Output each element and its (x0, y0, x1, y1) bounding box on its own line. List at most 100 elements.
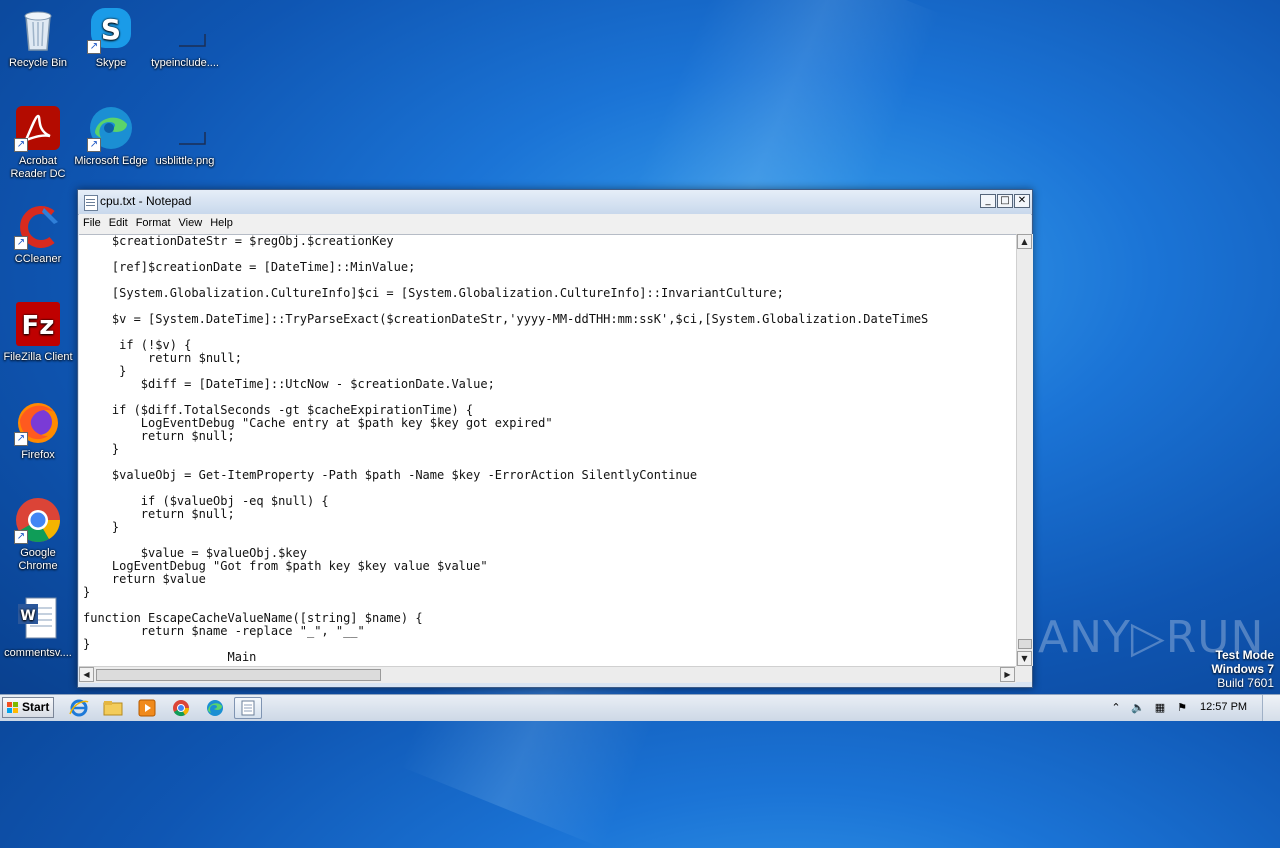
desktop-icon-label: Microsoft Edge (74, 155, 148, 167)
recycle-bin-icon (14, 6, 62, 54)
resize-grip[interactable] (1016, 666, 1032, 682)
desktop-icon-ccleaner[interactable]: ↗ CCleaner (0, 202, 76, 266)
editor-line: } (83, 585, 91, 599)
text-editor[interactable]: $creationDateStr = $regObj.$creationKey … (79, 234, 1016, 667)
notepad-window[interactable]: cpu.txt - Notepad _ □ ✕ File Edit Format Vi… (77, 189, 1033, 688)
editor-line: function EscapeCacheValueName([string] $… (83, 611, 423, 625)
filezilla-icon: Fz (14, 300, 62, 348)
desktop-icon-acrobat[interactable]: ↗ Acrobat Reader DC (0, 104, 76, 181)
close-button[interactable]: ✕ (1014, 194, 1030, 208)
shortcut-arrow-icon: ↗ (14, 236, 28, 250)
edge-taskbar-icon[interactable] (204, 698, 226, 718)
action-center-flag-icon[interactable]: ⚑ (1175, 701, 1189, 715)
chrome-taskbar-icon[interactable] (170, 698, 192, 718)
editor-line: $diff = [DateTime]::UtcNow - $creationDa… (83, 377, 495, 391)
windows-version-line: Windows 7 (1211, 662, 1274, 676)
svg-text:W: W (20, 608, 35, 624)
horizontal-scroll-thumb[interactable] (96, 669, 381, 681)
desktop-icon-skype[interactable]: S ↗ Skype (73, 6, 149, 70)
start-label: Start (22, 700, 50, 714)
horizontal-scrollbar[interactable]: ◀ ▶ (79, 666, 1016, 683)
internet-explorer-icon[interactable] (68, 698, 90, 718)
editor-line: return $value (83, 572, 206, 586)
editor-line: LogEventDebug "Cache entry at $path key … (83, 416, 553, 430)
shortcut-arrow-icon: ↗ (14, 138, 28, 152)
file-explorer-icon[interactable] (102, 698, 124, 718)
editor-line: return $null; (83, 507, 235, 521)
taskbar: Start ⌃ 🔈 ▦ ⚑ 12:57 PM (0, 694, 1280, 721)
windows-logo-icon (7, 702, 18, 713)
scroll-left-button[interactable]: ◀ (79, 667, 94, 682)
start-button[interactable]: Start (2, 697, 54, 718)
desktop-icon-label: FileZilla Client (3, 351, 73, 363)
test-mode-notice: Test Mode Windows 7 Build 7601 (1211, 648, 1274, 690)
desktop-icon-typeinclude[interactable]: typeinclude.... (147, 6, 223, 70)
editor-line: return $null; (83, 429, 235, 443)
editor-line: Main (83, 650, 257, 664)
menu-view[interactable]: View (175, 214, 207, 229)
notepad-taskbar-button[interactable] (234, 697, 262, 719)
editor-text[interactable]: $creationDateStr = $regObj.$creationKey … (79, 235, 1016, 664)
skype-icon: S ↗ (87, 6, 135, 54)
vertical-scroll-thumb[interactable] (1018, 639, 1032, 649)
editor-line: } (83, 442, 120, 456)
editor-line: return $null; (83, 351, 242, 365)
svg-text:Fz: Fz (22, 311, 55, 341)
menu-bar: File Edit Format View Help (79, 214, 1031, 234)
desktop-icon-filezilla[interactable]: Fz FileZilla Client (0, 300, 76, 364)
chrome-icon: ↗ (14, 496, 62, 544)
firefox-icon: ↗ (14, 398, 62, 446)
desktop-icon-label: typeinclude.... (151, 57, 219, 69)
network-icon[interactable]: ▦ (1153, 701, 1167, 715)
window-title: cpu.txt - Notepad (100, 194, 192, 208)
menu-help[interactable]: Help (206, 214, 237, 229)
desktop-icon-recycle-bin[interactable]: Recycle Bin (0, 6, 76, 70)
notepad-icon (84, 195, 98, 211)
scroll-down-button[interactable]: ▼ (1017, 651, 1032, 666)
scroll-up-button[interactable]: ▲ (1017, 234, 1032, 249)
volume-icon[interactable]: 🔈 (1131, 701, 1145, 715)
shortcut-arrow-icon: ↗ (87, 40, 101, 54)
editor-line: $creationDateStr = $regObj.$creationKey (83, 234, 394, 248)
title-bar[interactable]: cpu.txt - Notepad _ □ ✕ (78, 190, 1032, 215)
editor-line: } (83, 520, 120, 534)
desktop-icon-label: Firefox (21, 449, 55, 461)
test-mode-line: Test Mode (1215, 648, 1274, 662)
media-player-icon[interactable] (136, 698, 158, 718)
desktop-icon-comments-doc[interactable]: W commentsv.... (0, 596, 76, 660)
svg-text:S: S (101, 13, 121, 46)
shortcut-arrow-icon: ↗ (87, 138, 101, 152)
desktop-icon-firefox[interactable]: ↗ Firefox (0, 398, 76, 462)
maximize-button[interactable]: □ (997, 194, 1013, 208)
scroll-right-button[interactable]: ▶ (1000, 667, 1015, 682)
minimize-button[interactable]: _ (980, 194, 996, 208)
show-desktop-button[interactable] (1262, 695, 1280, 721)
desktop-icon-label: Acrobat Reader DC (10, 155, 66, 180)
show-hidden-icons-icon[interactable]: ⌃ (1109, 701, 1123, 715)
editor-line: [System.Globalization.CultureInfo]$ci = … (83, 286, 784, 300)
editor-line: if ($valueObj -eq $null) { (83, 494, 329, 508)
word-doc-icon: W (14, 596, 62, 644)
image-file-icon (161, 104, 209, 152)
editor-line: if (!$v) { (83, 338, 192, 352)
editor-line: } (83, 637, 91, 651)
editor-line: if ($diff.TotalSeconds -gt $cacheExpirat… (83, 403, 474, 417)
menu-file[interactable]: File (79, 214, 105, 229)
ccleaner-icon: ↗ (14, 202, 62, 250)
editor-line: $v = [System.DateTime]::TryParseExact($c… (83, 312, 929, 326)
desktop-icon-chrome[interactable]: ↗ Google Chrome (0, 496, 76, 573)
editor-line: [ref]$creationDate = [DateTime]::MinValu… (83, 260, 416, 274)
edge-icon: ↗ (87, 104, 135, 152)
file-icon (161, 6, 209, 54)
vertical-scrollbar[interactable]: ▲ ▼ (1016, 234, 1033, 666)
menu-format[interactable]: Format (132, 214, 175, 229)
desktop-icon-edge[interactable]: ↗ Microsoft Edge (73, 104, 149, 168)
shortcut-arrow-icon: ↗ (14, 530, 28, 544)
desktop-icon-label: Recycle Bin (8, 57, 68, 69)
menu-edit[interactable]: Edit (105, 214, 132, 229)
editor-line: $value = $valueObj.$key (83, 546, 307, 560)
desktop-icon-label: CCleaner (14, 253, 62, 265)
editor-line: LogEventDebug "Got from $path key $key v… (83, 559, 488, 573)
clock[interactable]: 12:57 PM (1200, 701, 1247, 713)
desktop-icon-usblittle[interactable]: usblittle.png (147, 104, 223, 168)
